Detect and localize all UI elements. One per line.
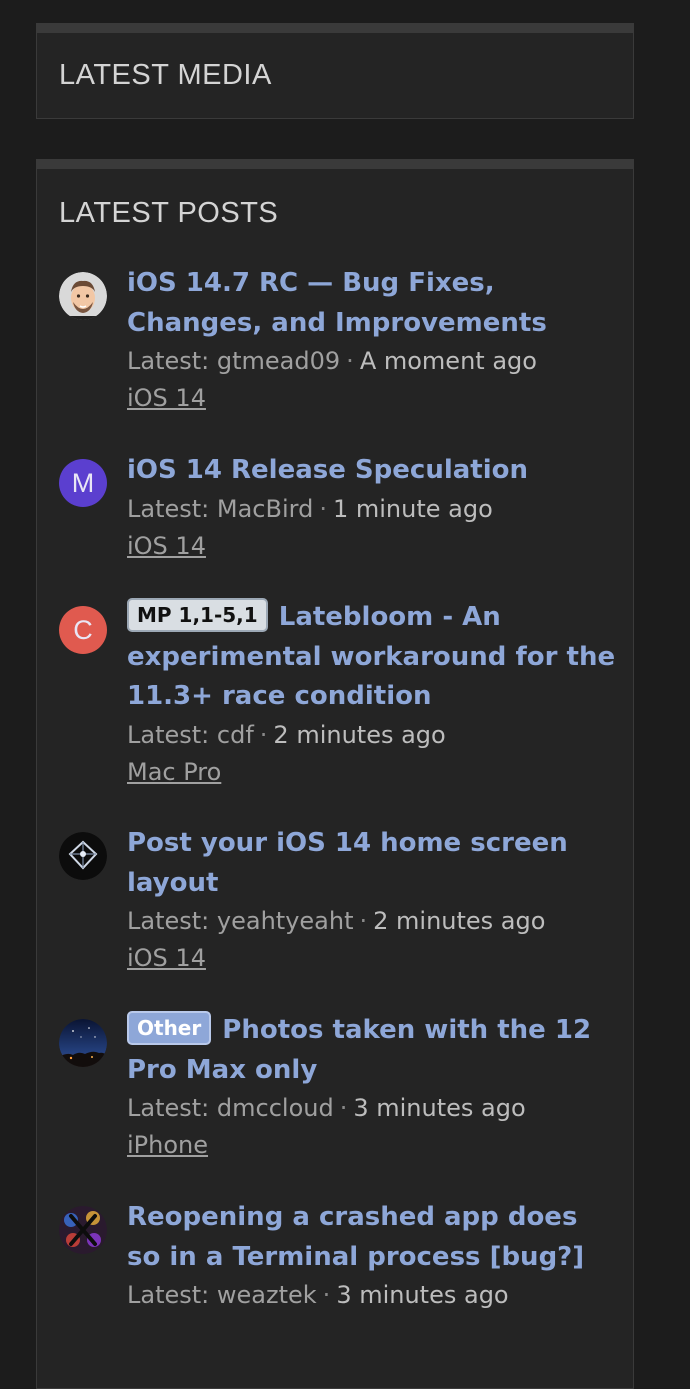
avatar[interactable] [59, 832, 107, 880]
thread-meta: Latest: cdf · 2 minutes ago [127, 717, 617, 754]
thread-title-link[interactable]: Post your iOS 14 home screen layout [127, 824, 617, 903]
latest-media-block: LATEST MEDIA [36, 23, 634, 119]
forum-link[interactable]: iOS 14 [127, 528, 206, 564]
avatar[interactable]: M [59, 459, 107, 507]
meta-separator: · [322, 1281, 331, 1309]
avatar-letter: C [73, 614, 93, 645]
thread-meta: Latest: gtmead09 · A moment ago [127, 343, 617, 380]
latest-time-link[interactable]: 2 minutes ago [273, 721, 445, 749]
latest-user-link[interactable]: dmccloud [217, 1094, 334, 1122]
latest-posts-block: LATEST POSTS iOS 14.7 RC — Bug Fixes, Ch… [36, 159, 634, 1389]
thread-meta: Latest: MacBird · 1 minute ago [127, 491, 617, 528]
avatar[interactable] [59, 1019, 107, 1067]
avatar[interactable] [59, 1206, 107, 1254]
avatar-letter: M [71, 467, 95, 498]
thread-meta: Latest: weaztek · 3 minutes ago [127, 1277, 617, 1314]
forum-link[interactable]: iPhone [127, 1127, 208, 1163]
latest-media-heading[interactable]: LATEST MEDIA [59, 59, 272, 92]
forum-link[interactable]: Mac Pro [127, 754, 221, 790]
avatar[interactable]: C [59, 606, 107, 654]
meta-separator: · [339, 1094, 348, 1122]
thread-title-link[interactable]: Reopening a crashed app does so in a Ter… [127, 1198, 617, 1277]
latest-time-link[interactable]: 3 minutes ago [336, 1281, 508, 1309]
thread-meta: Latest: dmccloud · 3 minutes ago [127, 1090, 617, 1127]
forum-link[interactable]: iOS 14 [127, 940, 206, 976]
latest-time-link[interactable]: 2 minutes ago [373, 907, 545, 935]
latest-label: Latest: [127, 1281, 217, 1309]
cube-logo-icon [59, 832, 107, 880]
colorful-x-icon [59, 1206, 107, 1254]
latest-time-link[interactable]: 3 minutes ago [353, 1094, 525, 1122]
avatar[interactable] [59, 272, 107, 320]
meta-separator: · [319, 494, 327, 523]
latest-user-link[interactable]: yeahtyeaht [217, 907, 354, 935]
thread-title-link[interactable]: iOS 14.7 RC — Bug Fixes, Changes, and Im… [127, 264, 617, 343]
prefix-label[interactable]: MP 1,1-5,1 [127, 598, 268, 632]
thread-title-link[interactable]: iOS 14 Release Speculation [127, 451, 617, 491]
meta-separator: · [259, 720, 268, 749]
meta-separator: · [359, 907, 368, 935]
thread-meta: Latest: yeahtyeaht · 2 minutes ago [127, 903, 617, 940]
latest-label: Latest: [127, 720, 217, 749]
latest-label: Latest: [127, 347, 217, 375]
forum-link[interactable]: iOS 14 [127, 380, 206, 416]
latest-label: Latest: [127, 494, 217, 523]
latest-user-link[interactable]: cdf [217, 721, 254, 749]
latest-user-link[interactable]: MacBird [217, 495, 313, 523]
latest-user-link[interactable]: gtmead09 [217, 347, 340, 375]
latest-user-link[interactable]: weaztek [217, 1281, 317, 1309]
thread-title: MP 1,1-5,1 Latebloom - An experimental w… [127, 598, 617, 717]
latest-posts-heading[interactable]: LATEST POSTS [59, 197, 278, 230]
night-sky-icon [59, 1019, 107, 1067]
latest-label: Latest: [127, 907, 217, 935]
prefix-label[interactable]: Other [127, 1011, 212, 1045]
thread-title: Other Photos taken with the 12 Pro Max o… [127, 1011, 617, 1090]
meta-separator: · [346, 347, 354, 375]
latest-label: Latest: [127, 1094, 217, 1122]
latest-time-link[interactable]: 1 minute ago [333, 495, 493, 523]
latest-time-link[interactable]: A moment ago [360, 347, 537, 375]
memoji-avatar-icon [59, 272, 107, 320]
